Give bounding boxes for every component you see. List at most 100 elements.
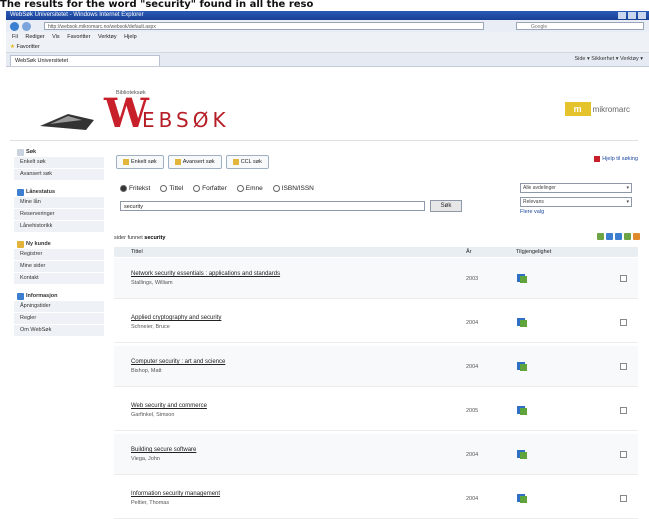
table-row: Network security essentials : applicatio… [114,258,638,299]
sidebar-item[interactable]: Avansert søk [14,169,104,181]
logo-text[interactable]: EBSØK [142,108,230,132]
more-options-link[interactable]: Flere valg [520,209,544,215]
select-checkbox[interactable] [620,319,627,326]
partner-name: mikromarc [592,104,630,114]
radio-icon[interactable] [272,185,280,192]
result-author: Stallings, William [131,280,173,286]
radio-icon[interactable] [120,185,127,192]
chevron-down-icon: ▾ [626,199,629,205]
results-count: sider funnet security [114,235,166,241]
book-icon[interactable] [516,492,528,504]
sidebar-item[interactable]: Lånehistorikk [14,221,104,233]
result-title[interactable]: Web security and commerce [131,403,207,409]
sort-select[interactable]: Relevans ▾ [520,197,632,207]
list-icon[interactable] [606,233,613,240]
library-select[interactable]: Alle avdelinger ▾ [520,183,632,193]
result-title[interactable]: Computer security : art and science [131,359,225,365]
star-icon[interactable]: ★ [10,44,15,50]
result-title[interactable]: Information security management [131,491,220,497]
search-button[interactable]: Søk [430,200,462,212]
column-header-title[interactable]: Tittel [131,247,143,257]
browser-tab-bar: WebSøk Universitetet Side ▾ Sikkerhet ▾ … [6,53,649,67]
table-row: Building secure software Viega, John 200… [114,434,638,475]
radio-icon[interactable] [160,185,168,192]
sidebar-item[interactable]: Enkelt søk [14,157,104,169]
book-icon[interactable] [516,404,528,416]
result-title[interactable]: Network security essentials : applicatio… [131,271,280,277]
section-icon [17,148,24,156]
radio-icon[interactable] [236,185,244,192]
menu-item[interactable]: Verktøy [98,34,117,40]
tab-ccl-search[interactable]: CCL søk [225,155,269,169]
sidebar-item[interactable]: Mine sider [14,261,104,273]
filter-option[interactable]: ISBN/ISSN [272,185,314,192]
menu-item[interactable]: Vis [52,34,60,40]
table-row: Applied cryptography and security Schnei… [114,302,638,343]
site-header: Biblioteksøk W EBSØK m mikromarc [10,78,638,141]
menu-bar: Fil Rediger Vis Favoritter Verktøy Hjelp [6,32,649,42]
result-title[interactable]: Building secure software [131,447,196,453]
book-icon[interactable] [516,448,528,460]
refresh-icon[interactable] [597,233,604,240]
export-icon[interactable] [624,233,631,240]
filter-option[interactable]: Emne [236,185,263,192]
favorites-label[interactable]: Favoritter [16,44,39,50]
menu-item[interactable]: Hjelp [124,34,137,40]
sidebar-item[interactable]: Kontakt [14,273,104,285]
window-title: WebSøk Universitetet - Windows Internet … [10,12,144,18]
sidebar-item[interactable]: Om WebSøk [14,325,104,337]
radio-icon[interactable] [193,185,201,192]
help-link[interactable]: Hjelp til søking [594,156,638,162]
select-checkbox[interactable] [620,451,627,458]
search-input[interactable]: security [120,201,425,211]
url-input[interactable]: http://websok.mikromarc.no/websok/defaul… [44,22,484,30]
sidebar-section-loans: Lånestatus Mine lån Reserveringer Lånehi… [14,187,104,233]
sidebar-section-search: Søk Enkelt søk Avansert søk [14,147,104,181]
close-icon[interactable] [638,12,646,19]
table-row: Computer security : art and science Bish… [114,346,638,387]
sidebar-item[interactable]: Åpningstider [14,301,104,313]
result-author: Garfinkel, Simson [131,412,175,418]
browser-search-input[interactable]: Google [516,22,644,30]
menu-item[interactable]: Favoritter [67,34,90,40]
rss-icon[interactable] [633,233,640,240]
minimize-icon[interactable] [618,12,626,19]
browser-tools[interactable]: Side ▾ Sikkerhet ▾ Verktøy ▾ [574,55,643,64]
sidebar-item[interactable]: Regler [14,313,104,325]
ship-logo-icon [40,114,94,130]
partner-logo[interactable]: m mikromarc [564,102,630,116]
result-title[interactable]: Applied cryptography and security [131,315,221,321]
tab-advanced-search[interactable]: Avansert søk [167,155,222,169]
tab-simple-search[interactable]: Enkelt søk [116,155,164,169]
book-icon[interactable] [516,316,528,328]
sidebar-heading: Søk [14,147,104,157]
book-icon[interactable] [516,272,528,284]
maximize-icon[interactable] [628,12,636,19]
result-year: 2004 [466,452,479,458]
filter-option[interactable]: Fritekst [120,185,150,192]
menu-item[interactable]: Rediger [25,34,44,40]
favorites-bar: ★ Favoritter [6,42,649,53]
book-icon[interactable] [516,360,528,372]
key-icon [17,240,24,248]
sidebar-section-newuser: Ny kunde Registrer Mine sider Kontakt [14,239,104,285]
sidebar-item[interactable]: Registrer [14,249,104,261]
select-checkbox[interactable] [620,275,627,282]
sidebar-item[interactable]: Mine lån [14,197,104,209]
column-header-year[interactable]: År [466,247,472,257]
grid-icon[interactable] [615,233,622,240]
result-year: 2004 [466,496,479,502]
sidebar-item[interactable]: Reserveringer [14,209,104,221]
select-checkbox[interactable] [620,363,627,370]
filter-option[interactable]: Forfatter [193,185,227,192]
menu-item[interactable]: Fil [12,34,18,40]
result-year: 2004 [466,320,479,326]
select-checkbox[interactable] [620,407,627,414]
forward-icon[interactable] [22,22,31,31]
browser-tab[interactable]: WebSøk Universitetet [10,55,160,66]
result-year: 2004 [466,364,479,370]
filter-option[interactable]: Tittel [160,185,183,192]
result-author: Viega, John [131,456,160,462]
back-icon[interactable] [10,22,19,31]
select-checkbox[interactable] [620,495,627,502]
